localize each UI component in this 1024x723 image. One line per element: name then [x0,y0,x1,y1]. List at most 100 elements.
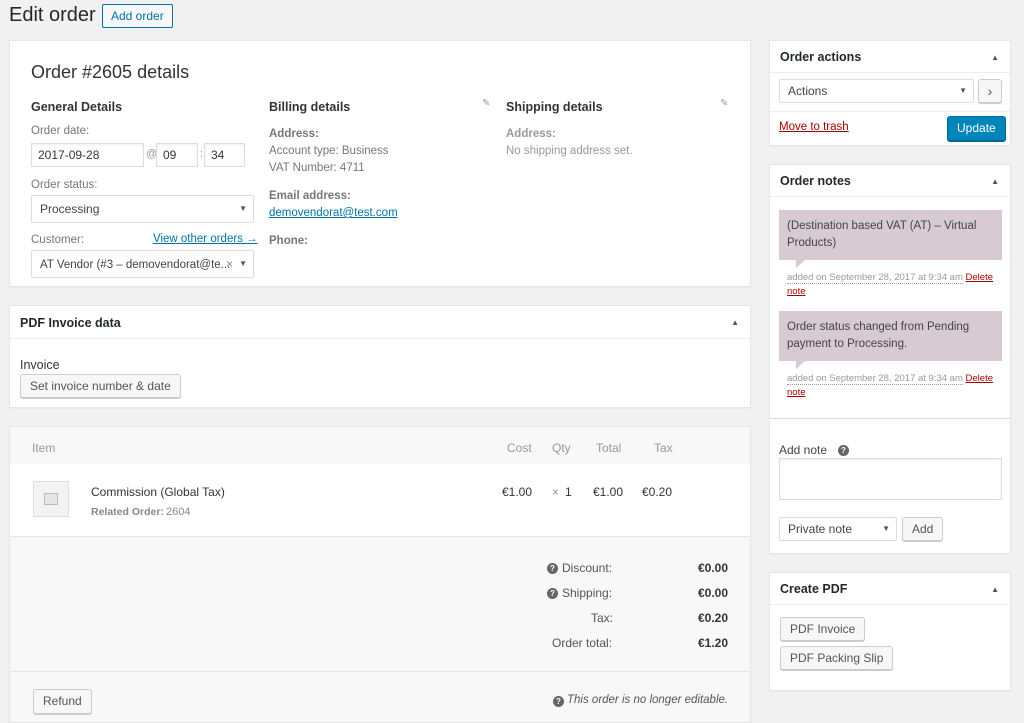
billing-email-label: Email address: [269,190,351,202]
add-note-textarea[interactable] [779,458,1002,500]
item-tax: €0.20 [642,485,673,499]
order-minute-input[interactable]: 34 [204,143,245,167]
order-items-panel: Item Cost Qty Total Tax Commission (Glob… [9,426,751,723]
order-date-label: Order date: [31,125,90,137]
order-status-select[interactable]: Processing ▼ [31,195,254,223]
shipping-address-value: No shipping address set. [506,145,633,157]
chevron-down-icon: ▼ [239,204,247,213]
general-details-heading: General Details [31,100,123,114]
note-type-value: Private note [788,522,853,536]
help-icon[interactable]: ? [838,445,849,456]
shipping-details-heading: Shipping details [506,100,603,114]
set-invoice-number-button[interactable]: Set invoice number & date [20,374,181,398]
qty-column-header: Qty [552,441,571,455]
note-text: (Destination based VAT (AT) – Virtual Pr… [787,220,977,249]
customer-value: AT Vendor (#3 – demovendorat@te... [40,259,231,271]
discount-label: Discount: [562,561,613,575]
order-notes-panel: Order notes ▲ (Destination based VAT (AT… [769,164,1011,554]
note-meta: added on September 28, 2017 at 9:34 am D… [787,372,999,400]
chevron-down-icon: ▼ [239,259,247,268]
item-name: Commission (Global Tax) [91,485,225,499]
tax-value: €0.20 [697,611,728,625]
move-to-trash-link[interactable]: Move to trash [779,121,849,133]
help-icon[interactable]: ? [547,588,558,599]
create-pdf-title: Create PDF [780,582,848,596]
note-timestamp: added on September 28, 2017 at 9:34 am [787,272,963,284]
note-type-select[interactable]: Private note ▼ [779,517,897,541]
note-text: Order status changed from Pending paymen… [787,321,970,350]
order-actions-title: Order actions [780,50,862,64]
order-note: (Destination based VAT (AT) – Virtual Pr… [779,210,1002,260]
shipping-value: €0.00 [697,586,728,600]
billing-address-line2: VAT Number: 4711 [269,162,365,174]
order-action-value: Actions [788,84,828,98]
pdf-invoice-button[interactable]: PDF Invoice [780,617,866,641]
item-meta-label: Related Order: [91,506,164,518]
collapse-icon[interactable]: ▲ [991,177,999,186]
help-icon[interactable]: ? [547,563,558,574]
item-column-header: Item [32,441,56,455]
collapse-icon[interactable]: ▲ [731,318,739,327]
shipping-label: Shipping: [562,586,613,600]
tax-column-header: Tax [654,441,673,455]
totals-row-order-total: Order total: €1.20 [530,636,728,652]
billing-address-label: Address: [269,128,319,140]
order-actions-panel: Order actions ▲ Actions ▼ › Move to tras… [769,40,1011,146]
total-column-header: Total [596,441,622,455]
product-image-icon [33,481,69,517]
apply-action-button[interactable]: › [978,79,1002,103]
billing-address-line1: Account type: Business [269,145,389,157]
order-note: Order status changed from Pending paymen… [779,311,1002,361]
tax-label: Tax: [591,611,614,625]
shipping-address-label: Address: [506,128,556,140]
collapse-icon[interactable]: ▲ [991,53,999,62]
add-order-button[interactable]: Add order [102,4,173,28]
colon-separator: : [200,148,204,160]
cost-column-header: Cost [507,441,532,455]
totals-row-tax: Tax: €0.20 [530,611,728,627]
item-qty: 1 [565,485,572,499]
customer-label: Customer: [31,234,85,246]
qty-multiply: × [552,485,560,499]
order-title: Order #2605 details [31,62,190,82]
order-total-label: Order total: [552,636,613,650]
edit-billing-icon[interactable]: ✎ [482,98,490,109]
order-notes-title: Order notes [780,174,851,188]
refund-button[interactable]: Refund [33,689,92,714]
note-meta: added on September 28, 2017 at 9:34 am D… [787,271,999,299]
chevron-down-icon: ▼ [882,524,890,533]
page-title: Edit order [9,4,96,26]
update-button[interactable]: Update [947,116,1006,141]
item-total: €1.00 [593,485,624,499]
create-pdf-panel: Create PDF ▲ PDF Invoice PDF Packing Sli… [769,572,1011,691]
collapse-icon[interactable]: ▲ [991,585,999,594]
item-meta-value: 2604 [166,506,191,518]
billing-phone-label: Phone: [269,235,308,247]
invoice-label: Invoice [20,358,60,372]
clear-icon[interactable]: × [226,251,233,277]
order-status-value: Processing [40,202,100,216]
add-note-button[interactable]: Add [902,517,944,541]
chevron-down-icon: ▼ [959,86,967,95]
order-status-label: Order status: [31,179,98,191]
order-details-panel: Order #2605 details General Details Orde… [9,40,751,287]
order-date-input[interactable]: 2017-09-28 [31,143,144,167]
pdf-invoice-title: PDF Invoice data [20,316,121,330]
add-note-label: Add note [779,443,828,457]
order-total-value: €1.20 [697,636,728,650]
pdf-invoice-panel: PDF Invoice data ▲ Invoice Set invoice n… [9,305,751,408]
note-timestamp: added on September 28, 2017 at 9:34 am [787,373,963,385]
billing-email-link[interactable]: demovendorat@test.com [269,207,398,219]
view-other-orders-link[interactable]: View other orders → [153,233,258,245]
table-row: Commission (Global Tax) Related Order: 2… [10,464,750,536]
customer-select[interactable]: AT Vendor (#3 – demovendorat@te... × ▼ [31,250,254,278]
billing-details-heading: Billing details [269,100,351,114]
not-editable-notice: This order is no longer editable. [567,694,729,706]
totals-row-discount: ? Discount: €0.00 [530,561,728,577]
pdf-packing-slip-button[interactable]: PDF Packing Slip [780,646,894,670]
discount-value: €0.00 [697,561,728,575]
order-hour-input[interactable]: 09 [156,143,198,167]
help-icon: ? [553,696,564,707]
edit-shipping-icon[interactable]: ✎ [720,98,728,109]
order-action-select[interactable]: Actions ▼ [779,79,974,103]
